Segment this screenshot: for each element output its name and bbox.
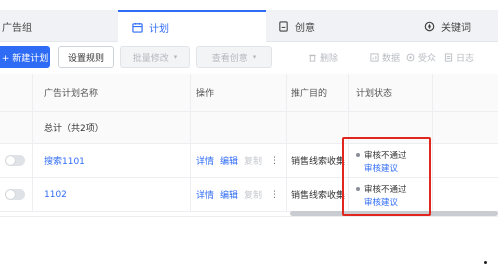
detail-link[interactable]: 详情 <box>196 178 214 211</box>
chevron-down-icon: ▾ <box>252 53 257 61</box>
toolbar: + 新建计划 设置规则 批量修改 ▾ 查看创意 ▾ 删除 数据 受众 日志 <box>0 46 498 68</box>
status-text: 审核不通过 <box>356 149 407 161</box>
table-bottom-divider <box>0 216 498 217</box>
plan-name-link[interactable]: 1102 <box>44 178 67 211</box>
header-plan-name: 广告计划名称 <box>44 89 99 99</box>
audience-label: 受众 <box>418 53 437 64</box>
set-rules-label: 设置规则 <box>67 53 104 64</box>
new-plan-button[interactable]: + 新建计划 <box>0 46 50 68</box>
objective-cell: 销售线索收集 <box>291 157 346 167</box>
table-row: 搜索1101 详情 编辑 复制 ⋮ 销售线索收集 审核不通过 审核建议 <box>0 144 498 178</box>
copy-link[interactable]: 复制 <box>244 178 262 211</box>
status-label: 审核不通过 <box>364 151 407 161</box>
more-icon[interactable]: ⋮ <box>270 144 279 177</box>
tab-bar: 广告组 计划 创意 关键词 <box>0 10 498 42</box>
edit-link[interactable]: 编辑 <box>220 144 238 177</box>
header-status: 计划状态 <box>356 89 393 99</box>
toggle-switch[interactable] <box>5 155 25 166</box>
toggle-switch[interactable] <box>5 189 25 200</box>
data-label: 数据 <box>382 53 401 64</box>
view-creative-label: 查看创意 <box>211 53 248 64</box>
tab-ad-group-label: 广告组 <box>2 22 32 34</box>
objective-cell: 销售线索收集 <box>291 191 346 201</box>
target-icon <box>406 53 415 61</box>
table-row: 1102 详情 编辑 复制 ⋮ 销售线索收集 审核不通过 审核建议 <box>0 178 498 212</box>
log-icon <box>444 52 453 62</box>
file-icon <box>278 20 289 32</box>
audit-suggestion-link[interactable]: 审核建议 <box>356 196 407 208</box>
more-icon[interactable]: ⋮ <box>270 178 279 211</box>
set-rules-button[interactable]: 设置规则 <box>58 46 114 68</box>
status-cell: 审核不通过 审核建议 <box>356 149 407 174</box>
delete-button[interactable]: 删除 <box>308 46 338 68</box>
header-actions: 操作 <box>196 89 215 99</box>
chevron-down-icon: ▾ <box>173 53 178 61</box>
copy-link[interactable]: 复制 <box>244 144 262 177</box>
tab-keywords[interactable]: 关键词 <box>424 10 498 42</box>
data-button[interactable]: 数据 <box>370 46 400 68</box>
tab-creative[interactable]: 创意 <box>278 10 408 42</box>
tab-plan[interactable]: 计划 <box>118 10 266 42</box>
status-text: 审核不通过 <box>356 183 407 195</box>
status-cell: 审核不通过 审核建议 <box>356 183 407 208</box>
status-label: 审核不通过 <box>364 185 407 195</box>
header-objective: 推广目的 <box>291 89 328 99</box>
row-toggle[interactable] <box>5 144 25 177</box>
summary-total: 总计（共2项） <box>44 124 104 134</box>
audit-suggestion-link[interactable]: 审核建议 <box>356 162 407 174</box>
edit-link[interactable]: 编辑 <box>220 178 238 211</box>
log-button[interactable]: 日志 <box>444 46 474 68</box>
view-creative-dropdown[interactable]: 查看创意 ▾ <box>196 46 272 68</box>
batch-edit-label: 批量修改 <box>132 53 169 64</box>
row-toggle[interactable] <box>5 178 25 211</box>
ad-plan-page: 广告组 计划 创意 关键词 + 新建计划 设置规则 批量修改 ▾ 查看创意 ▾ … <box>0 0 498 269</box>
batch-edit-dropdown[interactable]: 批量修改 ▾ <box>120 46 190 68</box>
log-label: 日志 <box>456 53 475 64</box>
audience-button[interactable]: 受众 <box>406 46 436 68</box>
status-dot-icon <box>356 187 360 191</box>
compass-icon <box>424 21 435 32</box>
summary-row: 总计（共2项） <box>0 112 498 144</box>
calendar-icon <box>132 22 143 33</box>
tab-keywords-label: 关键词 <box>441 22 471 34</box>
new-plan-label: + 新建计划 <box>1 53 49 64</box>
plan-name-link[interactable]: 搜索1101 <box>44 144 85 177</box>
chart-icon <box>370 52 379 62</box>
status-dot-icon <box>356 153 360 157</box>
detail-link[interactable]: 详情 <box>196 144 214 177</box>
tab-creative-label: 创意 <box>295 22 315 34</box>
trash-icon <box>309 54 316 62</box>
corner-dot <box>484 261 487 264</box>
delete-label: 删除 <box>320 53 339 64</box>
tab-ad-group[interactable]: 广告组 <box>0 10 118 42</box>
tab-plan-label: 计划 <box>149 23 169 35</box>
table-header: 广告计划名称 操作 推广目的 计划状态 <box>0 74 498 112</box>
